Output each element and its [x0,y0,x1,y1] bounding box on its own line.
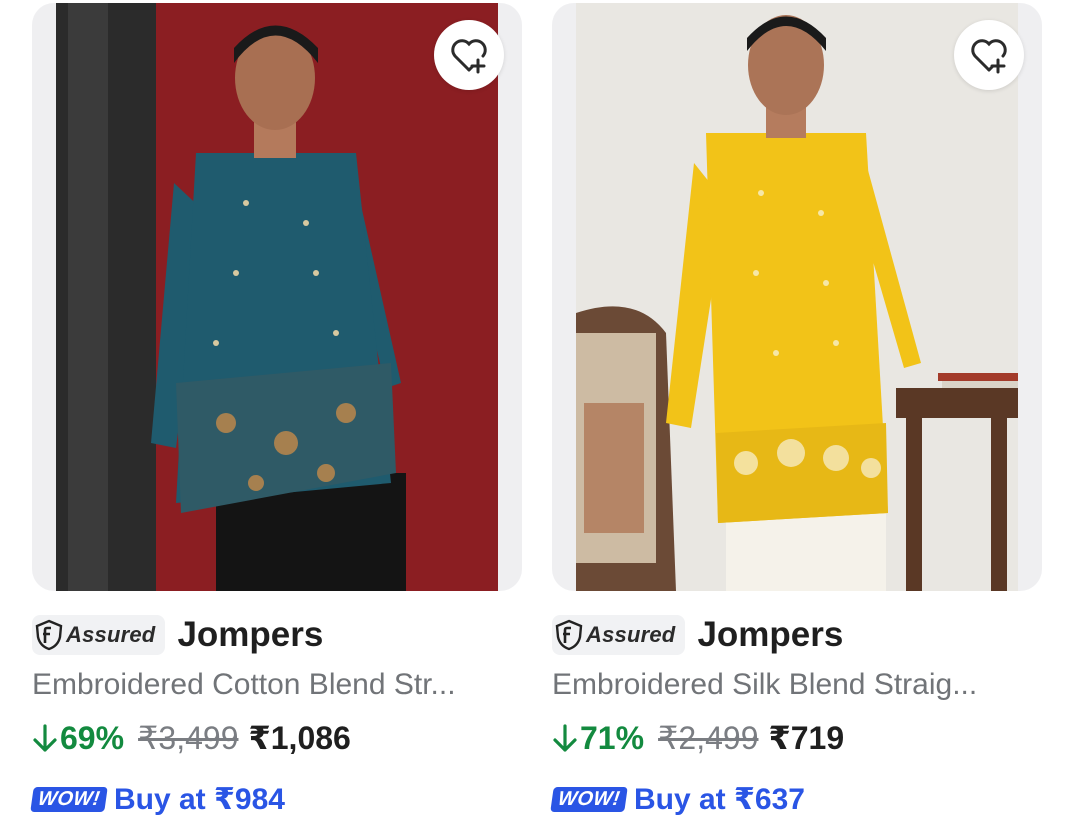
original-price: ₹2,499 [658,720,759,756]
wishlist-button[interactable] [434,20,504,90]
assured-badge: Assured [32,615,166,655]
discount-percent: 69% [60,719,125,756]
wow-badge: WOW! [550,786,628,812]
assured-label: Assured [66,622,156,647]
brand-row: Assured Jompers [32,613,522,657]
heart-plus-icon [971,39,1007,74]
down-arrow-icon [33,724,57,752]
selling-price: ₹1,086 [248,720,351,756]
price-row: 71% ₹2,499 ₹719 [552,718,844,758]
discount-percent: 71% [580,719,645,756]
wishlist-button[interactable] [954,20,1024,90]
product-image-frame[interactable] [32,3,522,591]
brand-name: Jompers [697,615,844,654]
flipkart-assured-shield-icon [552,615,586,655]
offer-price-text: Buy at ₹984 [113,782,285,816]
down-arrow-icon [553,724,577,752]
brand-name: Jompers [177,615,324,654]
product-image[interactable] [56,3,498,591]
wow-offer[interactable]: WOW! Buy at ₹984 [30,780,285,818]
selling-price: ₹719 [768,720,845,756]
wow-badge: WOW! [30,786,108,812]
flipkart-assured-shield-icon [32,615,66,655]
wow-offer[interactable]: WOW! Buy at ₹637 [550,780,805,818]
product-image-frame[interactable] [552,3,1042,591]
original-price: ₹3,499 [138,720,239,756]
product-card[interactable]: Assured Jompers Embroidered Cotton Blend… [30,0,522,827]
assured-badge: Assured [552,615,686,655]
offer-price-text: Buy at ₹637 [633,782,805,816]
brand-row: Assured Jompers [552,613,1042,657]
price-row: 69% ₹3,499 ₹1,086 [32,718,351,758]
product-title[interactable]: Embroidered Cotton Blend Str... [32,668,522,702]
product-image[interactable] [576,3,1018,591]
assured-label: Assured [586,622,676,647]
product-card[interactable]: Assured Jompers Embroidered Silk Blend S… [550,0,1042,827]
product-title[interactable]: Embroidered Silk Blend Straig... [552,668,1042,702]
heart-plus-icon [451,39,487,74]
